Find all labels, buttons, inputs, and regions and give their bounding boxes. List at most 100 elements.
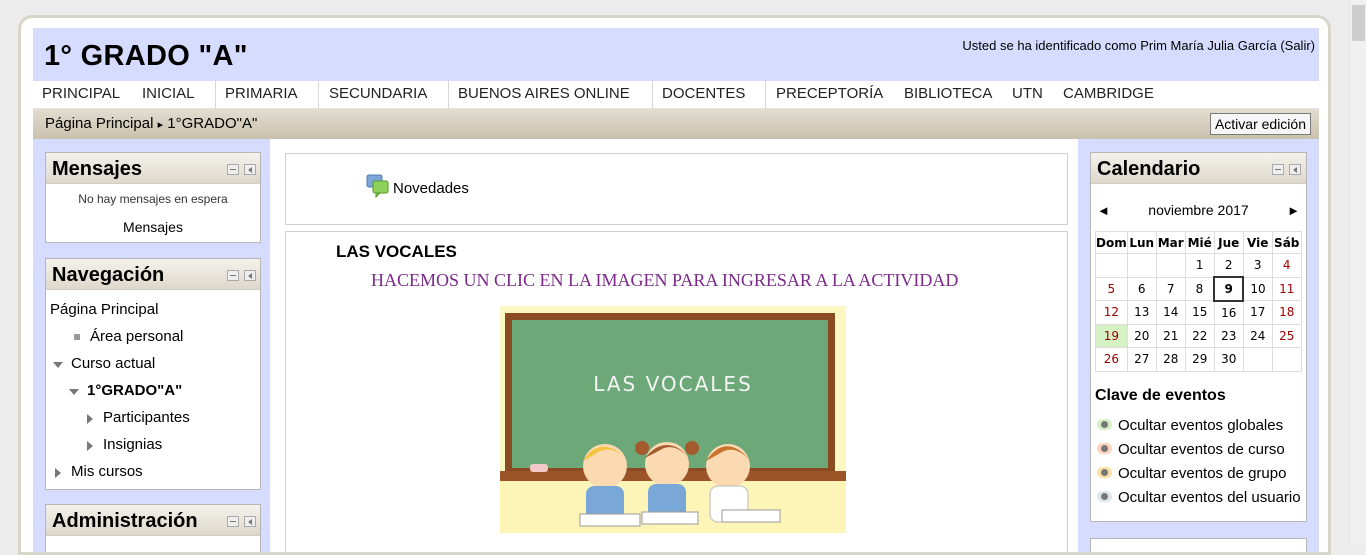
breadcrumb-current[interactable]: 1°GRADO"A" xyxy=(167,115,257,132)
nav-home[interactable]: Página Principal xyxy=(50,301,158,318)
dock-icon[interactable] xyxy=(244,164,256,175)
calendar-day[interactable]: 22 xyxy=(1184,323,1215,348)
eye-icon[interactable] xyxy=(1097,467,1112,478)
menu-separator xyxy=(215,81,216,109)
weekday-header: Mar xyxy=(1155,231,1186,254)
custom-menu: PRINCIPAL INICIAL PRIMARIA SECUNDARIA BU… xyxy=(33,81,1319,109)
menu-separator xyxy=(765,81,766,109)
calendar-day[interactable]: 29 xyxy=(1184,347,1215,372)
minimize-icon[interactable] xyxy=(227,270,239,281)
weekday-header: Dom xyxy=(1095,231,1128,254)
collapsed-arrow-icon[interactable] xyxy=(87,441,93,451)
calendar-day[interactable]: 8 xyxy=(1184,276,1215,301)
calendar-day[interactable]: 14 xyxy=(1155,300,1186,325)
expanded-arrow-icon[interactable] xyxy=(53,362,63,368)
weekday-header: Sáb xyxy=(1271,231,1302,254)
calendar-day[interactable]: 15 xyxy=(1184,300,1215,325)
calendar-day[interactable]: 4 xyxy=(1271,253,1302,278)
next-month-arrow[interactable]: ► xyxy=(1287,203,1300,218)
calendar-day[interactable]: 1 xyxy=(1184,253,1215,278)
nav-personal-area[interactable]: Área personal xyxy=(90,328,183,345)
minimize-icon[interactable] xyxy=(1272,164,1284,175)
activity-instruction: HACEMOS UN CLIC EN LA IMAGEN PARA INGRES… xyxy=(371,270,959,290)
event-key-item[interactable]: Ocultar eventos del usuario xyxy=(1097,489,1301,506)
calendar-day[interactable]: 17 xyxy=(1242,300,1273,325)
menu-item-cambridge[interactable]: CAMBRIDGE xyxy=(1063,85,1154,102)
menu-item-inicial[interactable]: INICIAL xyxy=(142,85,195,102)
calendar-day[interactable]: 13 xyxy=(1126,300,1157,325)
calendar-day[interactable]: 23 xyxy=(1213,323,1244,348)
calendar-week: 5 6 7 8 9 10 11 xyxy=(1095,276,1302,302)
edit-mode-button[interactable]: Activar edición xyxy=(1209,113,1311,135)
calendar-day[interactable]: 3 xyxy=(1242,253,1273,278)
menu-item-primaria[interactable]: PRIMARIA xyxy=(225,85,298,102)
calendar-day[interactable]: 24 xyxy=(1242,323,1273,348)
nav-my-courses[interactable]: Mis cursos xyxy=(71,463,143,480)
breadcrumb: Página Principal ▸ 1°GRADO"A" xyxy=(45,115,257,132)
event-key-item[interactable]: Ocultar eventos de curso xyxy=(1097,441,1285,458)
nav-course[interactable]: 1°GRADO"A" xyxy=(87,382,182,399)
event-key-label[interactable]: Ocultar eventos de curso xyxy=(1118,441,1285,458)
minimize-icon[interactable] xyxy=(227,516,239,527)
calendar-day[interactable]: 18 xyxy=(1271,300,1302,325)
menu-item-utn[interactable]: UTN xyxy=(1012,85,1043,102)
scrollbar-thumb[interactable] xyxy=(1352,5,1365,41)
calendar-day[interactable]: 5 xyxy=(1095,276,1128,301)
messages-link[interactable]: Mensajes xyxy=(46,219,260,235)
dock-icon[interactable] xyxy=(1289,164,1301,175)
calendar-day[interactable]: 10 xyxy=(1242,276,1273,301)
image-caption: LAS VOCALES xyxy=(593,372,753,396)
event-key-label[interactable]: Ocultar eventos del usuario xyxy=(1118,489,1301,506)
weekday-header: Vie xyxy=(1242,231,1273,254)
nav-current-course[interactable]: Curso actual xyxy=(71,355,155,372)
course-title: 1° GRADO "A" xyxy=(44,40,248,72)
vertical-scrollbar[interactable] xyxy=(1349,0,1366,545)
activity-image[interactable]: LAS VOCALES xyxy=(500,306,846,533)
menu-item-buenos-aires-online[interactable]: BUENOS AIRES ONLINE xyxy=(458,85,630,102)
eye-icon[interactable] xyxy=(1097,491,1112,502)
menu-item-preceptoria[interactable]: PRECEPTORÍA xyxy=(776,85,883,102)
eye-icon[interactable] xyxy=(1097,419,1112,430)
calendar-day[interactable]: 19 xyxy=(1095,323,1128,348)
calendar-empty-cell xyxy=(1271,347,1302,372)
calendar-day[interactable]: 7 xyxy=(1155,276,1186,301)
calendar-day[interactable]: 12 xyxy=(1095,300,1128,325)
dock-icon[interactable] xyxy=(244,270,256,281)
calendar-day[interactable]: 21 xyxy=(1155,323,1186,348)
calendar-day[interactable]: 28 xyxy=(1155,347,1186,372)
news-forum-link[interactable]: Novedades xyxy=(393,180,469,197)
calendar-day[interactable]: 6 xyxy=(1126,276,1157,301)
calendar-day[interactable]: 2 xyxy=(1213,253,1244,278)
calendar-day[interactable]: 20 xyxy=(1126,323,1157,348)
login-info[interactable]: Usted se ha identificado como Prim María… xyxy=(962,38,1315,53)
calendar-day[interactable]: 16 xyxy=(1213,300,1244,325)
menu-item-docentes[interactable]: DOCENTES xyxy=(662,85,745,102)
calendar-day[interactable]: 30 xyxy=(1213,347,1244,372)
event-key-label[interactable]: Ocultar eventos de grupo xyxy=(1118,465,1286,482)
event-key-item[interactable]: Ocultar eventos de grupo xyxy=(1097,465,1286,482)
eye-icon[interactable] xyxy=(1097,443,1112,454)
breadcrumb-home[interactable]: Página Principal xyxy=(45,115,153,132)
calendar-day[interactable]: 11 xyxy=(1271,276,1302,301)
collapsed-arrow-icon[interactable] xyxy=(55,468,61,478)
dock-icon[interactable] xyxy=(244,516,256,527)
weekday-header: Mié xyxy=(1184,231,1215,254)
minimize-icon[interactable] xyxy=(227,164,239,175)
calendar-day[interactable]: 27 xyxy=(1126,347,1157,372)
forum-icon xyxy=(366,174,390,203)
menu-item-principal[interactable]: PRINCIPAL xyxy=(42,85,120,102)
calendar-block: Calendario ◄ noviembre 2017 ► Dom Lun Mar M… xyxy=(1090,152,1307,522)
nav-participants[interactable]: Participantes xyxy=(103,409,190,426)
event-key-label[interactable]: Ocultar eventos globales xyxy=(1118,417,1283,434)
calendar-day[interactable]: 26 xyxy=(1095,347,1128,372)
calendar-day[interactable]: 25 xyxy=(1271,323,1302,348)
calendar-day[interactable]: 9 xyxy=(1213,276,1245,302)
menu-item-biblioteca[interactable]: BIBLIOTECA xyxy=(904,85,992,102)
expanded-arrow-icon[interactable] xyxy=(69,389,79,395)
collapsed-arrow-icon[interactable] xyxy=(87,414,93,424)
block-title: Navegación xyxy=(52,264,165,286)
menu-item-secundaria[interactable]: SECUNDARIA xyxy=(329,85,427,102)
nav-badges[interactable]: Insignias xyxy=(103,436,162,453)
block-header: Administración xyxy=(46,505,260,536)
event-key-item[interactable]: Ocultar eventos globales xyxy=(1097,417,1283,434)
